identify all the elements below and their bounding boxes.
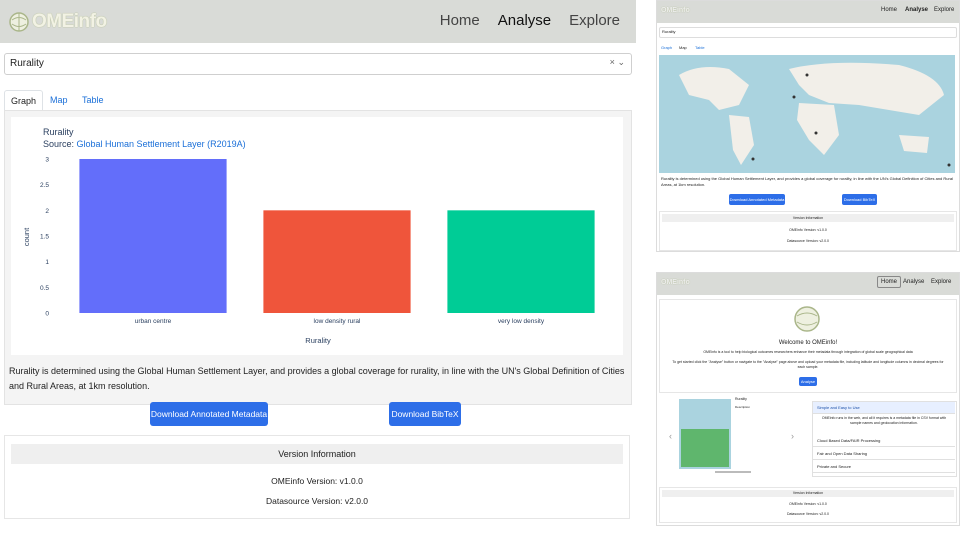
nav-home[interactable]: Home [440, 12, 480, 29]
thumb-version-heading: Version Information [662, 214, 954, 222]
tab-table[interactable]: Table [76, 90, 110, 110]
carousel-next-icon[interactable]: › [791, 431, 794, 441]
select-controls: × ⌄ [610, 57, 625, 68]
home-view-thumbnail: OMEinfo Home Analyse Explore Welcome to … [656, 272, 960, 526]
analyse-page: OMEinfo Home Analyse Explore Rurality × … [0, 0, 636, 540]
thumb-version-card: Version Information OMEinfo Version: v1.… [659, 211, 957, 251]
datasource-version: Datasource Version: v2.0.0 [265, 496, 369, 506]
features-accordion: Simple and Easy to Use OMEinfo runs in t… [812, 401, 957, 477]
welcome-title: Welcome to OMEinfo! [778, 340, 838, 346]
y-tick-label: 1 [45, 259, 49, 266]
accordion-item-3[interactable]: Private and Secure [813, 461, 955, 473]
thumb-download-bibtex-button[interactable]: Download BibTeX [842, 194, 877, 205]
home-version-card: Version Information OMEinfo Version: v1.… [659, 487, 957, 523]
chart-title: Rurality [43, 127, 74, 137]
nav-explore[interactable]: Explore [569, 12, 620, 29]
dataset-select-value: Rurality [10, 58, 44, 69]
tab-graph[interactable]: Graph [4, 90, 44, 112]
bar-very-low-density[interactable] [447, 210, 595, 313]
dataset-description: Rurality is determined using the Global … [4, 360, 632, 405]
clear-icon[interactable]: × [610, 57, 615, 67]
welcome-intro: OMEinfo is a tool to help biological out… [703, 350, 913, 354]
home-version-heading: Version Information [662, 490, 954, 497]
thumb-home-nav-analyse[interactable]: Analyse [903, 279, 924, 285]
brand-name: OMEinfo [32, 11, 107, 32]
globe-logo-icon [9, 12, 29, 32]
chart-xlabel: Rurality [305, 336, 331, 345]
world-map[interactable] [659, 55, 955, 173]
thumb-select-value: Rurality [662, 29, 676, 34]
accordion-item-1[interactable]: Cloud Based Data/FAIR Processing [813, 435, 955, 447]
thumb-nav-home[interactable]: Home [881, 7, 897, 13]
chart-source: Source: Global Human Settlement Layer (R… [43, 139, 246, 149]
carousel-subtitle: Description [735, 405, 751, 409]
carousel-indicators[interactable] [715, 471, 751, 473]
graph-panel: Rurality Source: Global Human Settlement… [4, 110, 632, 362]
welcome-analyse-button[interactable]: Analyse [799, 377, 817, 386]
thumb-nav-analyse[interactable]: Analyse [905, 7, 928, 13]
accordion-item-0[interactable]: Simple and Easy to Use [813, 402, 955, 414]
thumb-description: Rurality is determined using the Global … [661, 176, 953, 187]
version-card: Version Information OMEinfo Version: v1.… [4, 435, 630, 519]
x-tick-label: urban centre [135, 318, 172, 325]
home-omeinfo-version: OMEinfo Version: v1.0.0 [789, 502, 827, 506]
carousel-map-image [679, 399, 731, 469]
tab-map[interactable]: Map [44, 90, 74, 110]
thumb-tab-table[interactable]: Table [695, 45, 705, 50]
thumb-home-nav-home[interactable]: Home [877, 276, 902, 288]
nav-analyse[interactable]: Analyse [498, 12, 551, 29]
chart-source-prefix: Source: [43, 139, 77, 149]
accordion-item-2[interactable]: Fair and Open Data Sharing [813, 448, 955, 460]
thumb-home-navbar: OMEinfo Home Analyse Explore [657, 273, 959, 295]
thumb-omeinfo-version: OMEinfo Version: v1.0.0 [789, 228, 827, 232]
thumb-datasource-version: Datasource Version: v2.0.0 [786, 239, 830, 243]
thumb-nav-explore[interactable]: Explore [934, 7, 954, 13]
y-tick-label: 2.5 [40, 182, 49, 189]
carousel-title: Rurality [735, 397, 747, 401]
omeinfo-version: OMEinfo Version: v1.0.0 [271, 476, 363, 486]
thumb-tab-graph[interactable]: Graph [661, 45, 672, 50]
x-tick-label: very low density [498, 318, 545, 325]
map-view-thumbnail: OMEinfo Home Analyse Explore Rurality Gr… [656, 0, 960, 252]
carousel-map-overlay [681, 429, 729, 467]
map-land [679, 62, 951, 167]
welcome-card: Welcome to OMEinfo! OMEinfo is a tool to… [659, 299, 957, 393]
navbar: OMEinfo Home Analyse Explore [0, 0, 636, 43]
y-tick-label: 0.5 [40, 285, 49, 292]
y-tick-label: 1.5 [40, 234, 49, 241]
welcome-instructions: To get started click the "Analyse" butto… [672, 360, 944, 369]
thumb-home-brand: OMEinfo [661, 279, 690, 286]
accordion-body: OMEinfo runs in the web, and all it requ… [821, 416, 947, 425]
download-bibtex-button[interactable]: Download BibTeX [389, 402, 461, 426]
chart-ylabel: count [22, 227, 31, 246]
thumb-download-metadata-button[interactable]: Download Annotated Metadata [729, 194, 785, 205]
thumb-brand: OMEinfo [661, 7, 690, 14]
bar-urban-centre[interactable] [79, 159, 227, 313]
bar-low-density-rural[interactable] [263, 210, 411, 313]
carousel-prev-icon[interactable]: ‹ [669, 431, 672, 441]
dataset-carousel: ‹ › Rurality Description [659, 397, 803, 477]
chevron-down-icon[interactable]: ⌄ [617, 57, 625, 67]
welcome-globe-icon [794, 306, 820, 332]
plot-area: Rurality Source: Global Human Settlement… [11, 117, 623, 355]
y-tick-label: 0 [45, 311, 49, 318]
dataset-select[interactable]: Rurality × ⌄ [4, 53, 632, 75]
y-tick-label: 3 [45, 157, 49, 164]
download-metadata-button[interactable]: Download Annotated Metadata [150, 402, 268, 426]
thumb-home-nav-explore[interactable]: Explore [931, 279, 951, 285]
x-tick-label: low density rural [314, 318, 362, 325]
bar-chart: Rurality Source: Global Human Settlement… [22, 127, 595, 345]
y-tick-label: 2 [45, 208, 49, 215]
thumb-tab-map[interactable]: Map [679, 45, 687, 50]
thumb-navbar: OMEinfo Home Analyse Explore [657, 1, 959, 23]
nav-links: Home Analyse Explore [440, 12, 620, 29]
view-tabs: Graph Map Table [4, 90, 630, 112]
chart-source-link[interactable]: Global Human Settlement Layer (R2019A) [77, 139, 246, 149]
brand-logo[interactable]: OMEinfo [8, 9, 107, 35]
version-heading: Version Information [11, 444, 623, 464]
home-datasource-version: Datasource Version: v2.0.0 [786, 512, 830, 516]
thumb-select[interactable]: Rurality [659, 27, 957, 38]
